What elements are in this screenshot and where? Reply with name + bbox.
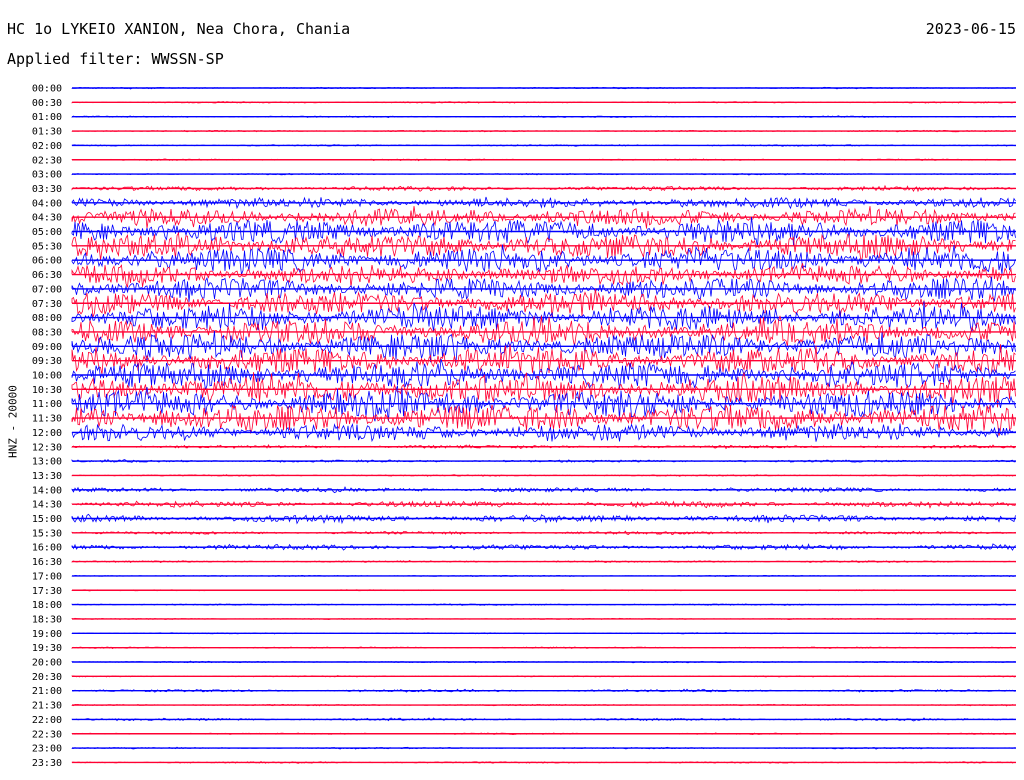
time-label: 15:00	[32, 514, 62, 525]
time-label: 06:00	[32, 256, 62, 267]
time-label: 05:30	[32, 241, 62, 252]
time-label: 08:30	[32, 327, 62, 338]
trace-waveform	[71, 184, 1016, 193]
time-label: 14:00	[32, 485, 62, 496]
time-label: 00:30	[32, 98, 62, 109]
time-label: 15:30	[32, 528, 62, 539]
time-label: 12:30	[32, 442, 62, 453]
time-label: 13:00	[32, 457, 62, 468]
trace-waveform	[71, 458, 1016, 463]
time-label: 17:30	[32, 586, 62, 597]
trace-waveform	[71, 196, 1016, 210]
trace-waveform	[71, 231, 1016, 262]
time-label: 22:00	[32, 715, 62, 726]
time-label: 14:30	[32, 500, 62, 511]
time-label: 21:00	[32, 686, 62, 697]
time-label: 20:30	[32, 672, 62, 683]
time-label: 23:00	[32, 744, 62, 755]
time-label: 09:00	[32, 342, 62, 353]
time-label: 07:30	[32, 299, 62, 310]
time-label: 05:00	[32, 227, 62, 238]
time-label: 10:00	[32, 371, 62, 382]
time-label: 12:00	[32, 428, 62, 439]
time-label: 01:30	[32, 127, 62, 138]
trace-group	[71, 86, 1016, 764]
time-label: 19:30	[32, 643, 62, 654]
time-label: 00:00	[32, 84, 62, 95]
time-label: 01:00	[32, 112, 62, 123]
time-label: 04:30	[32, 213, 62, 224]
time-label: 04:00	[32, 198, 62, 209]
time-label: 13:30	[32, 471, 62, 482]
time-label: 02:00	[32, 141, 62, 152]
time-label: 17:00	[32, 571, 62, 582]
time-label: 06:30	[32, 270, 62, 281]
time-label: 09:30	[32, 356, 62, 367]
time-label: 10:30	[32, 385, 62, 396]
time-label: 18:00	[32, 600, 62, 611]
time-label: 18:30	[32, 614, 62, 625]
time-label: 11:00	[32, 399, 62, 410]
time-label: 19:00	[32, 629, 62, 640]
trace-waveform	[71, 530, 1016, 536]
helicorder-plot: 00:00 00:30 01:00 01:30 02:00 02:30 03:00 03:30…	[32, 84, 1016, 769]
time-label: 20:00	[32, 658, 62, 669]
time-label: 07:00	[32, 284, 62, 295]
time-label: 11:30	[32, 414, 62, 425]
time-label: 23:30	[32, 758, 62, 769]
time-label: 16:00	[32, 543, 62, 554]
time-label: 21:30	[32, 701, 62, 712]
time-label: 08:00	[32, 313, 62, 324]
time-label: 03:30	[32, 184, 62, 195]
time-label: 22:30	[32, 729, 62, 740]
time-label: 03:00	[32, 170, 62, 181]
time-label-group: 00:00 00:30 01:00 01:30 02:00 02:30 03:00 03:30…	[32, 84, 62, 769]
time-label: 16:30	[32, 557, 62, 568]
time-label: 02:30	[32, 155, 62, 166]
